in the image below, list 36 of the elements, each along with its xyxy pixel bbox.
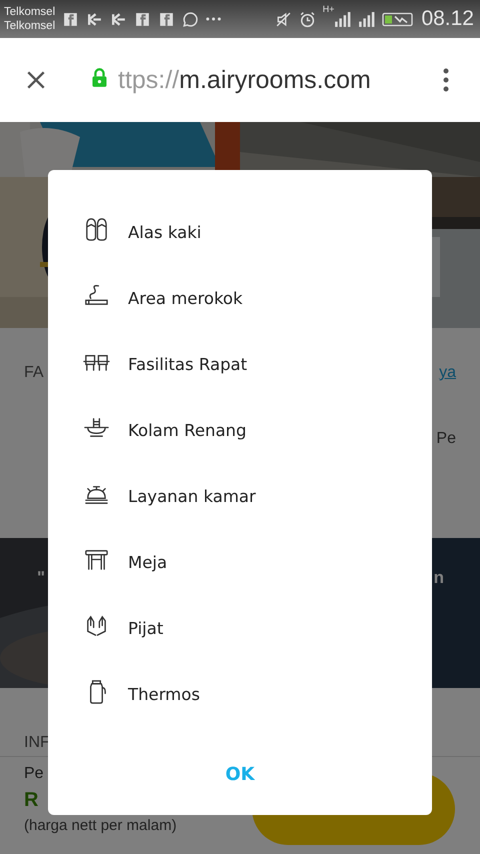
alarm-icon: [298, 10, 316, 28]
k-logo-icon: [86, 10, 104, 28]
lock-icon: [91, 66, 108, 88]
facility-name: Kolam Renang: [128, 420, 246, 440]
facebook-icon: [158, 10, 176, 28]
facebook-icon: [134, 10, 152, 28]
price-note: (harga nett per malam): [24, 816, 177, 836]
chat-bubble-icon: [182, 10, 200, 28]
quote-text: ": [37, 568, 46, 588]
signal-icon: [358, 10, 376, 28]
close-icon: [25, 69, 47, 91]
facility-name: Meja: [128, 552, 168, 572]
battery-charging-icon: [382, 10, 414, 28]
clock-time: 08.12: [421, 7, 474, 31]
sandals-icon: [83, 216, 110, 242]
booking-label: Pe: [24, 764, 45, 784]
facility-name: Layanan kamar: [128, 486, 256, 506]
facebook-icon: [62, 10, 80, 28]
facility-label: Pe: [436, 430, 456, 448]
mute-icon: [274, 10, 292, 28]
network-type: H+: [322, 4, 334, 14]
carrier-name: Telkomsel: [4, 19, 56, 33]
quote-text: n: [434, 568, 444, 588]
facility-name: Pijat: [128, 618, 164, 638]
more-vertical-icon: [443, 68, 449, 92]
signal-icon: [334, 10, 352, 28]
k-logo-icon: [110, 10, 128, 28]
more-icon: [206, 17, 222, 21]
see-all-link[interactable]: ya: [439, 364, 456, 382]
facility-name: Area merokok: [128, 288, 243, 308]
carrier-name: Telkomsel: [4, 5, 56, 19]
section-heading: FA: [24, 364, 44, 382]
facility-name: Alas kaki: [128, 222, 202, 242]
url-field[interactable]: ttps://m.airyrooms.com: [118, 66, 426, 94]
facility-name: Fasilitas Rapat: [128, 354, 248, 374]
price-text: R: [24, 788, 40, 813]
